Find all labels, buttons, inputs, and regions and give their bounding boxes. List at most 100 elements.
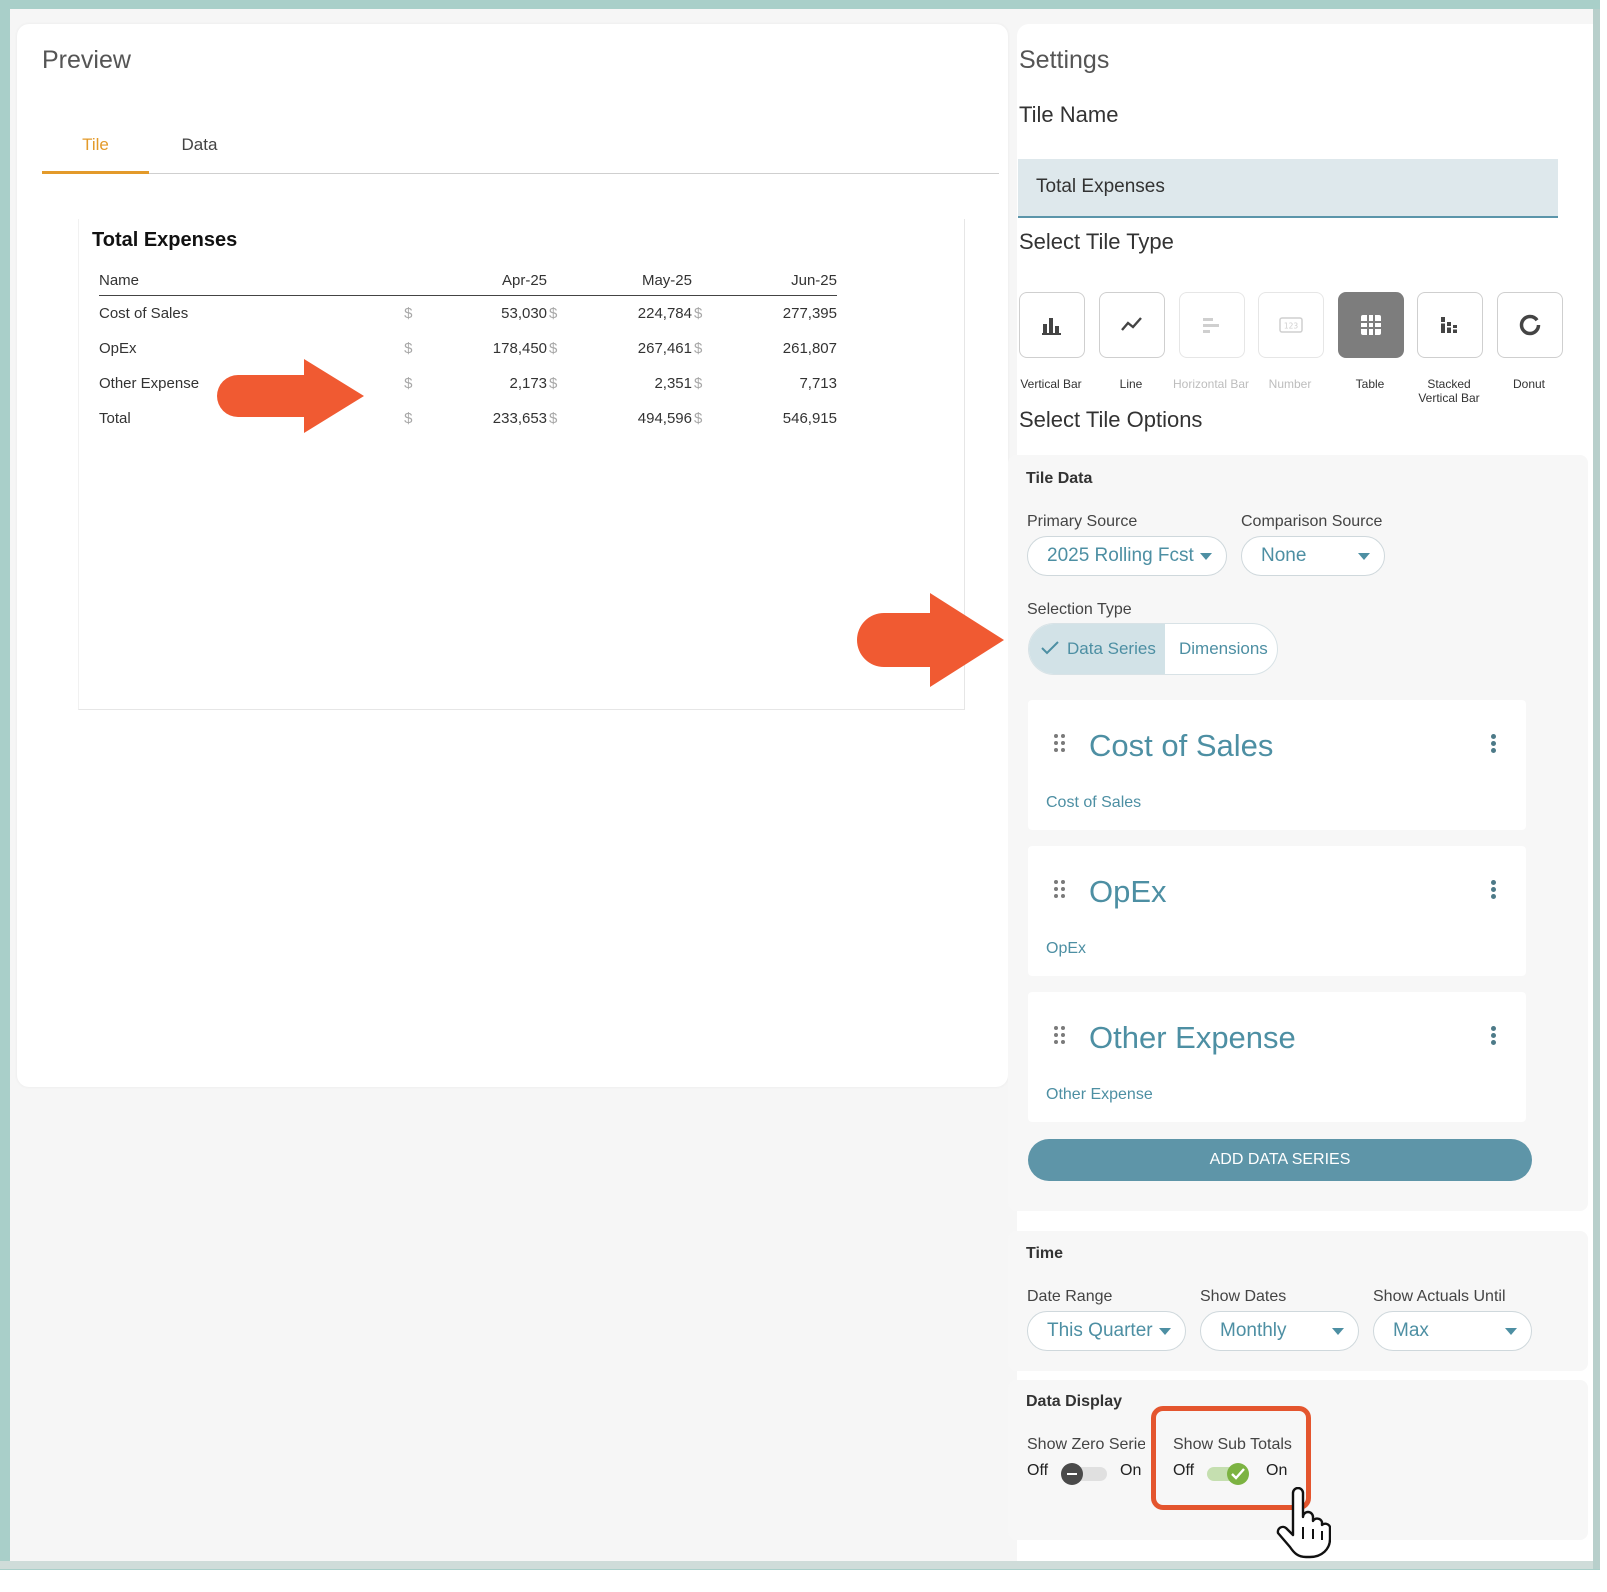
cell-value: 7,713 — [799, 375, 837, 392]
comparison-source-value: None — [1261, 545, 1307, 566]
table-cell: $261,807 — [692, 331, 837, 366]
drag-handle-icon[interactable] — [1054, 880, 1068, 900]
cell-value: 267,461 — [637, 340, 692, 357]
more-options-icon[interactable] — [1491, 880, 1497, 900]
series-title: OpEx — [1089, 874, 1167, 909]
column-header: Jun-25 — [692, 271, 837, 296]
add-data-series-button[interactable]: ADD DATA SERIES — [1028, 1139, 1532, 1181]
currency-symbol: $ — [549, 375, 558, 392]
cell-value: 53,030 — [501, 305, 548, 322]
selection-type-label: Selection Type — [1027, 601, 1132, 618]
on-label: On — [1120, 1462, 1142, 1479]
tile-type-number[interactable]: 123 — [1258, 292, 1324, 358]
annotation-arrow — [217, 359, 364, 433]
tile-type-label: Vertical Bar — [1020, 377, 1082, 391]
tile-title: Total Expenses — [92, 229, 238, 251]
date-range-value: This Quarter — [1047, 1320, 1153, 1341]
app-window: Preview Tile Data Total Expenses Name Ap… — [10, 9, 1593, 1561]
table-cell: $224,784 — [547, 296, 692, 332]
show-zero-series-label: Show Zero Series — [1027, 1436, 1145, 1453]
chevron-down-icon — [1505, 1328, 1517, 1335]
table-cell: $178,450 — [402, 331, 547, 366]
more-options-icon[interactable] — [1491, 734, 1497, 754]
series-card: Cost of Sales Cost of Sales — [1028, 700, 1526, 830]
cell-value: 546,915 — [782, 410, 837, 427]
tile-preview: Total Expenses Name Apr-25 May-25 Jun-25… — [78, 219, 965, 710]
tile-type-vertical-bar[interactable] — [1019, 292, 1085, 358]
cell-value: 2,351 — [654, 375, 692, 392]
show-dates-select[interactable]: Monthly — [1200, 1311, 1359, 1351]
tile-data-title: Tile Data — [1026, 470, 1093, 487]
number-icon: 123 — [1279, 317, 1303, 333]
row-name: Cost of Sales — [99, 305, 189, 322]
column-header: Apr-25 — [402, 271, 548, 296]
time-section: Time Date Range Show Dates Show Actuals … — [1008, 1231, 1588, 1371]
tile-type-label: Table — [1355, 377, 1385, 391]
more-options-icon[interactable] — [1491, 1026, 1497, 1046]
currency-symbol: $ — [549, 340, 558, 357]
table-icon — [1361, 315, 1381, 335]
tile-type-label: Line — [1119, 377, 1143, 391]
currency-symbol: $ — [694, 340, 703, 357]
currency-symbol: $ — [404, 305, 413, 322]
date-range-label: Date Range — [1027, 1288, 1113, 1305]
cell-value: 224,784 — [637, 305, 692, 322]
comparison-source-select[interactable]: None — [1241, 536, 1385, 576]
currency-symbol: $ — [549, 410, 558, 427]
preview-title: Preview — [42, 46, 131, 74]
table-row: Other Expense $2,173 $2,351 $7,713 — [99, 366, 837, 401]
chevron-down-icon — [1332, 1328, 1344, 1335]
tab-data[interactable]: Data — [146, 129, 253, 171]
tile-type-stacked-vertical-bar[interactable] — [1417, 292, 1483, 358]
series-title: Other Expense — [1089, 1020, 1296, 1055]
donut-icon — [1519, 314, 1541, 336]
tile-type-table[interactable] — [1338, 292, 1404, 358]
show-actuals-value: Max — [1393, 1320, 1429, 1341]
date-range-select[interactable]: This Quarter — [1027, 1311, 1186, 1351]
horizontal-bar-icon — [1203, 318, 1219, 333]
show-dates-value: Monthly — [1220, 1320, 1287, 1341]
tab-tile[interactable]: Tile — [42, 129, 149, 174]
selection-type-data-series[interactable]: Data Series — [1029, 624, 1165, 674]
tile-type-label: Number — [1268, 377, 1312, 391]
tile-type-label: Select Tile Type — [1019, 229, 1174, 254]
drag-handle-icon[interactable] — [1054, 1026, 1068, 1046]
show-zero-series-toggle[interactable] — [1061, 1462, 1113, 1486]
cell-value: 178,450 — [492, 340, 548, 357]
table-cell: $277,395 — [692, 296, 837, 332]
currency-symbol: $ — [404, 375, 413, 392]
table-cell: $546,915 — [692, 401, 837, 436]
annotation-arrow — [857, 593, 1004, 687]
tile-name-input[interactable]: Total Expenses — [1018, 159, 1558, 218]
table-cell: $267,461 — [547, 331, 692, 366]
cell-value: 261,807 — [782, 340, 837, 357]
series-subtitle: OpEx — [1046, 940, 1087, 957]
cell-value: 233,653 — [492, 410, 548, 427]
series-card: Other Expense Other Expense — [1028, 992, 1526, 1122]
primary-source-value: 2025 Rolling Fcst — [1047, 545, 1194, 566]
show-actuals-select[interactable]: Max — [1373, 1311, 1532, 1351]
frame-shadow — [1593, 9, 1600, 1569]
cell-value: 277,395 — [782, 305, 837, 322]
tile-type-line[interactable] — [1099, 292, 1165, 358]
column-header: May-25 — [547, 271, 692, 296]
comparison-source-label: Comparison Source — [1241, 513, 1383, 530]
table-cell: $7,713 — [692, 366, 837, 401]
currency-symbol: $ — [404, 340, 413, 357]
data-display-title: Data Display — [1026, 1393, 1123, 1410]
tile-options-label: Select Tile Options — [1019, 407, 1203, 432]
selection-type-dimensions[interactable]: Dimensions — [1179, 624, 1268, 674]
series-subtitle: Other Expense — [1046, 1086, 1153, 1103]
drag-handle-icon[interactable] — [1054, 734, 1068, 754]
currency-symbol: $ — [694, 410, 703, 427]
tile-type-horizontal-bar[interactable] — [1179, 292, 1245, 358]
preview-panel: Preview Tile Data Total Expenses Name Ap… — [17, 24, 1008, 1087]
table-cell: $2,351 — [547, 366, 692, 401]
currency-symbol: $ — [694, 375, 703, 392]
tile-type-donut[interactable] — [1497, 292, 1563, 358]
vertical-bar-icon — [1042, 318, 1061, 335]
primary-source-select[interactable]: 2025 Rolling Fcst — [1027, 536, 1227, 576]
table-row: Total $233,653 $494,596 $546,915 — [99, 401, 837, 436]
toggle-knob — [1061, 1463, 1083, 1485]
selection-type-toggle: Data Series Dimensions — [1028, 623, 1278, 675]
